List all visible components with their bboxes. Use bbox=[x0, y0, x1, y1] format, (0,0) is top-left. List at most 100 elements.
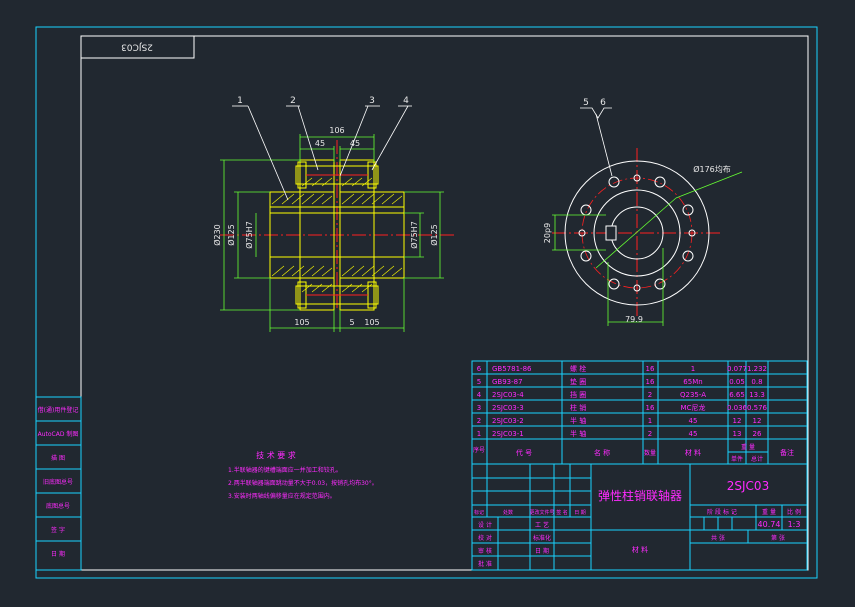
bom-cell-code: GB5781-86 bbox=[492, 365, 532, 373]
dim-75h7-right: Ø75H7 bbox=[409, 221, 419, 249]
bom-cell-no: 3 bbox=[477, 404, 481, 412]
scale-label: 比 例 bbox=[787, 508, 801, 516]
sidebar-label: 签 字 bbox=[51, 526, 65, 534]
sidebar-label: 日 期 bbox=[51, 550, 65, 558]
bom-row: 6 GB5781-86 螺 栓 16 1 0.077 1.232 bbox=[477, 364, 767, 373]
bom-cell-qty: 2 bbox=[648, 430, 652, 438]
bom-cell-name: 半 轴 bbox=[570, 416, 586, 425]
sidebar-label: 借(通)用件登记 bbox=[38, 406, 79, 414]
bom-cell-name: 螺 栓 bbox=[570, 364, 586, 373]
bom-row: 1 2SJC03-1 半 轴 2 45 13 26 bbox=[477, 429, 762, 438]
bom-cell-code: 2SJC03-3 bbox=[492, 404, 524, 412]
keyway bbox=[605, 225, 617, 241]
bom-row: 3 2SJC03-3 柱 销 16 MC尼龙 0.036 0.576 bbox=[477, 403, 768, 412]
title-role-mid: 日 期 bbox=[535, 547, 549, 555]
leader-4: 4 bbox=[403, 96, 409, 106]
bom-cell-material: 45 bbox=[689, 417, 698, 425]
dim-75h7: Ø75H7 bbox=[244, 221, 254, 249]
bom-header-qty: 数量 bbox=[644, 449, 656, 457]
bom-cell-name: 半 轴 bbox=[570, 429, 586, 438]
leader-6: 6 bbox=[600, 98, 606, 108]
bom-header-no: 序号 bbox=[473, 446, 485, 454]
stage-label: 阶 段 标 记 bbox=[707, 508, 737, 516]
bom-cell-w2: 13.3 bbox=[749, 391, 765, 399]
bom-cell-no: 1 bbox=[477, 430, 481, 438]
dim-230: Ø230 bbox=[212, 224, 222, 246]
bom-header-name: 名 称 bbox=[594, 448, 610, 457]
sidebar-label: 旧底图总号 bbox=[43, 478, 73, 486]
leader-1: 1 bbox=[237, 96, 243, 106]
code-stamp: 2SJC03 bbox=[121, 42, 153, 52]
dim-79-9: 79.9 bbox=[625, 315, 643, 324]
bom-cell-name: 挡 圈 bbox=[570, 390, 586, 399]
title-role-mid: 标准化 bbox=[533, 534, 551, 542]
tech-req-line2: 2.两半联轴器端面跳动量不大于0.03，按销孔均布30°。 bbox=[228, 479, 378, 487]
dim-5: 5 bbox=[349, 318, 354, 327]
bom-cell-qty: 16 bbox=[646, 378, 655, 386]
front-view: Ø176均布 20p9 79.9 5 6 bbox=[543, 98, 743, 326]
bom-cell-qty: 16 bbox=[646, 365, 655, 373]
title-role-mid: 工 艺 bbox=[535, 521, 549, 529]
bom-cell-name: 柱 销 bbox=[570, 403, 586, 412]
bom-cell-material: 1 bbox=[691, 365, 695, 373]
drawing-number: 2SJC03 bbox=[727, 479, 769, 493]
title-row-label: 更改文件号 bbox=[529, 509, 554, 516]
sidebar-label: AutoCAD 制图 bbox=[38, 430, 79, 438]
bom-cell-qty: 2 bbox=[648, 391, 652, 399]
title-role: 设 计 bbox=[478, 521, 492, 529]
bom-cell-w2: 26 bbox=[753, 430, 762, 438]
dim-125: Ø125 bbox=[226, 224, 236, 246]
dim-176: Ø176均布 bbox=[693, 164, 731, 174]
bom-cell-no: 6 bbox=[477, 365, 482, 373]
weight-label: 重 量 bbox=[762, 508, 776, 516]
bom-cell-w1: 0.05 bbox=[729, 378, 745, 386]
bom-cell-material: 65Mn bbox=[683, 378, 702, 386]
bom-cell-qty: 16 bbox=[646, 404, 655, 412]
outer-border bbox=[35, 26, 818, 579]
sidebar-label: 描 图 bbox=[51, 454, 65, 462]
title-role: 校 对 bbox=[478, 534, 492, 542]
sidebar-label: 底图总号 bbox=[46, 502, 70, 510]
bom-cell-w1: 0.036 bbox=[727, 404, 748, 412]
bom-cell-material: MC尼龙 bbox=[681, 403, 706, 412]
front-leaders bbox=[580, 107, 613, 177]
cad-drawing-canvas: 2SJC03 106 45 45 Ø230 Ø125 Ø75H7 Ø75H7 Ø… bbox=[35, 26, 818, 579]
dim-105-left: 105 bbox=[294, 318, 309, 327]
material-field: 材 料 bbox=[632, 545, 648, 554]
title-role: 批 准 bbox=[478, 560, 492, 568]
bom-cell-w2: 0.8 bbox=[751, 378, 762, 386]
dim-45-left: 45 bbox=[315, 139, 325, 148]
front-dimension-lines bbox=[552, 171, 743, 326]
sheet-total: 共 张 bbox=[711, 534, 725, 542]
leader-3: 3 bbox=[369, 96, 375, 106]
bom-cell-code: GB93-87 bbox=[492, 378, 523, 386]
title-role: 审 核 bbox=[478, 547, 492, 555]
side-view: 106 45 45 Ø230 Ø125 Ø75H7 Ø75H7 Ø125 105… bbox=[212, 96, 455, 332]
dim-105-right: 105 bbox=[364, 318, 379, 327]
leader-5: 5 bbox=[583, 98, 589, 108]
tech-req-line3: 3.安装时两轴线偏移量应在规定范围内。 bbox=[228, 492, 336, 500]
bom-cell-code: 2SJC03-4 bbox=[492, 391, 524, 399]
bom-cell-w2: 1.232 bbox=[747, 365, 767, 373]
tech-req-title: 技 术 要 求 bbox=[256, 450, 296, 460]
bom-cell-w2: 12 bbox=[753, 417, 762, 425]
dim-20p9: 20p9 bbox=[543, 223, 552, 243]
bom-header-remark: 备注 bbox=[780, 448, 794, 457]
left-hub bbox=[269, 191, 335, 279]
bom-cell-code: 2SJC03-2 bbox=[492, 417, 524, 425]
title-row-label: 标记 bbox=[474, 509, 484, 516]
bom-header-code: 代 号 bbox=[516, 448, 532, 457]
bom-cell-w2: 0.576 bbox=[747, 404, 768, 412]
title-row-label: 签 名 bbox=[556, 509, 568, 516]
bom-cell-no: 5 bbox=[477, 378, 481, 386]
title-row-label: 处数 bbox=[503, 509, 513, 516]
weight-value: 40.74 bbox=[758, 520, 781, 529]
bom-row: 5 GB93-87 垫 圈 16 65Mn 0.05 0.8 bbox=[477, 377, 763, 386]
bom-header-total: 总计 bbox=[751, 455, 763, 463]
bom-cell-w1: 0.077 bbox=[727, 365, 747, 373]
bom-cell-material: 45 bbox=[689, 430, 698, 438]
scale-value: 1:3 bbox=[788, 520, 801, 529]
dim-106: 106 bbox=[329, 126, 344, 135]
bom-cell-qty: 1 bbox=[648, 417, 652, 425]
part-name: 弹性柱销联轴器 bbox=[598, 488, 682, 503]
